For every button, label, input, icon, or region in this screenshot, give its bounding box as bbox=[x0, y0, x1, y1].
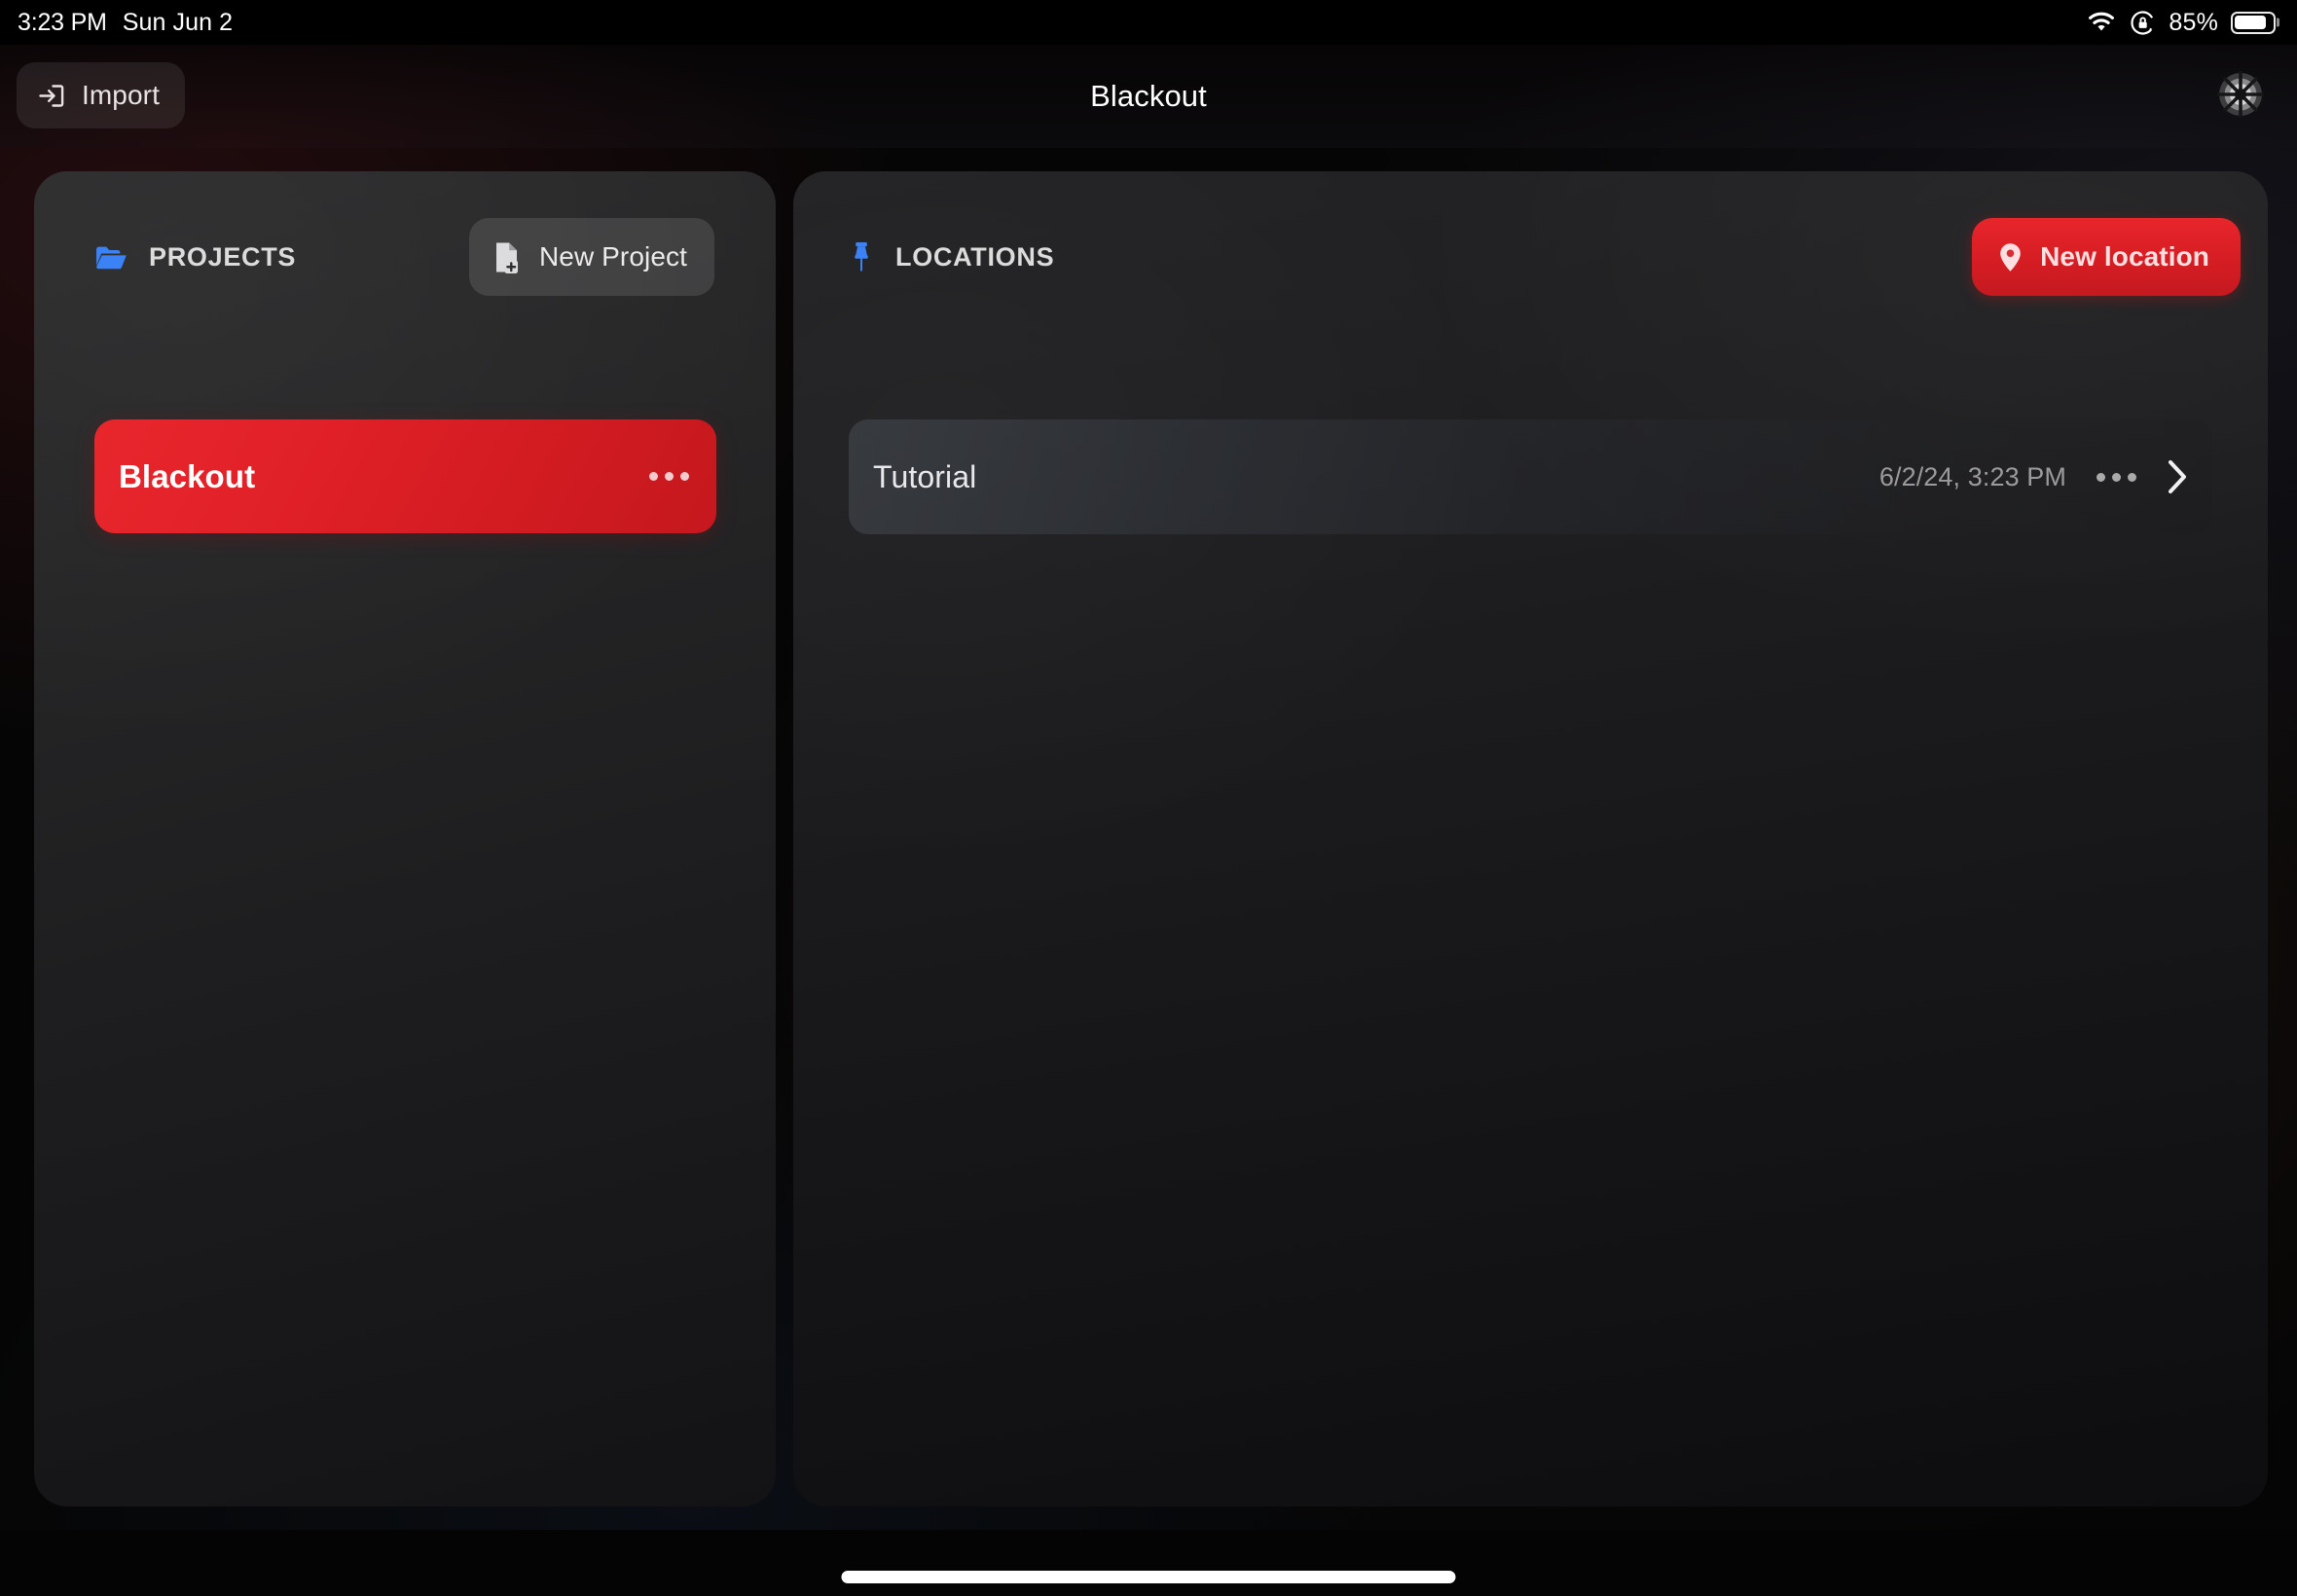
new-project-button-label: New Project bbox=[538, 241, 687, 272]
rotation-lock-icon bbox=[2130, 10, 2156, 36]
projects-panel: PROJECTS New Project Blackout bbox=[34, 171, 776, 1506]
projects-title-group: PROJECTS bbox=[94, 242, 296, 272]
projects-header: PROJECTS New Project bbox=[34, 218, 776, 296]
chevron-right-icon[interactable] bbox=[2167, 459, 2188, 494]
status-bar: 3:23 PM Sun Jun 2 85% bbox=[0, 0, 2297, 45]
folder-icon bbox=[94, 243, 128, 272]
battery-percent: 85% bbox=[2169, 8, 2218, 36]
new-location-button-label: New location bbox=[2040, 241, 2209, 272]
locations-panel: LOCATIONS New location Tutorial 6/2/24, … bbox=[793, 171, 2268, 1506]
locations-title-group: LOCATIONS bbox=[849, 240, 1054, 273]
new-location-button[interactable]: New location bbox=[1972, 218, 2241, 296]
content-area: PROJECTS New Project Blackout LOCATIONS … bbox=[0, 148, 2297, 1530]
location-meta: 6/2/24, 3:23 PM bbox=[1879, 459, 2188, 494]
map-pin-icon bbox=[1997, 241, 2024, 273]
nav-bar: Import Blackout bbox=[0, 45, 2297, 148]
location-name: Tutorial bbox=[873, 458, 977, 494]
document-plus-icon bbox=[492, 240, 521, 274]
new-project-button[interactable]: New Project bbox=[468, 218, 714, 296]
home-indicator[interactable] bbox=[841, 1571, 1456, 1583]
project-card-blackout[interactable]: Blackout bbox=[94, 419, 716, 533]
status-date: Sun Jun 2 bbox=[122, 8, 234, 36]
locations-header: LOCATIONS New location bbox=[793, 218, 2268, 296]
status-bar-right: 85% bbox=[2086, 9, 2276, 37]
project-name: Blackout bbox=[119, 457, 256, 494]
pushpin-icon bbox=[849, 240, 874, 273]
battery-icon bbox=[2231, 11, 2276, 34]
battery-fill bbox=[2235, 15, 2267, 30]
location-more-ellipsis-icon[interactable] bbox=[2096, 472, 2136, 482]
status-time: 3:23 PM bbox=[18, 8, 107, 36]
status-bar-left: 3:23 PM Sun Jun 2 bbox=[18, 9, 233, 37]
location-date: 6/2/24, 3:23 PM bbox=[1878, 461, 2066, 491]
wifi-icon bbox=[2086, 11, 2117, 34]
aperture-icon bbox=[2214, 68, 2267, 121]
projects-label: PROJECTS bbox=[149, 241, 297, 272]
locations-label: LOCATIONS bbox=[895, 241, 1055, 272]
location-row-tutorial[interactable]: Tutorial 6/2/24, 3:23 PM bbox=[849, 419, 2212, 534]
page-title: Blackout bbox=[1090, 79, 1207, 113]
app-root: 3:23 PM Sun Jun 2 85% Import Blackout PR… bbox=[0, 0, 2297, 1596]
aperture-settings-button[interactable] bbox=[2207, 61, 2274, 127]
project-more-ellipsis-icon[interactable] bbox=[649, 472, 689, 481]
